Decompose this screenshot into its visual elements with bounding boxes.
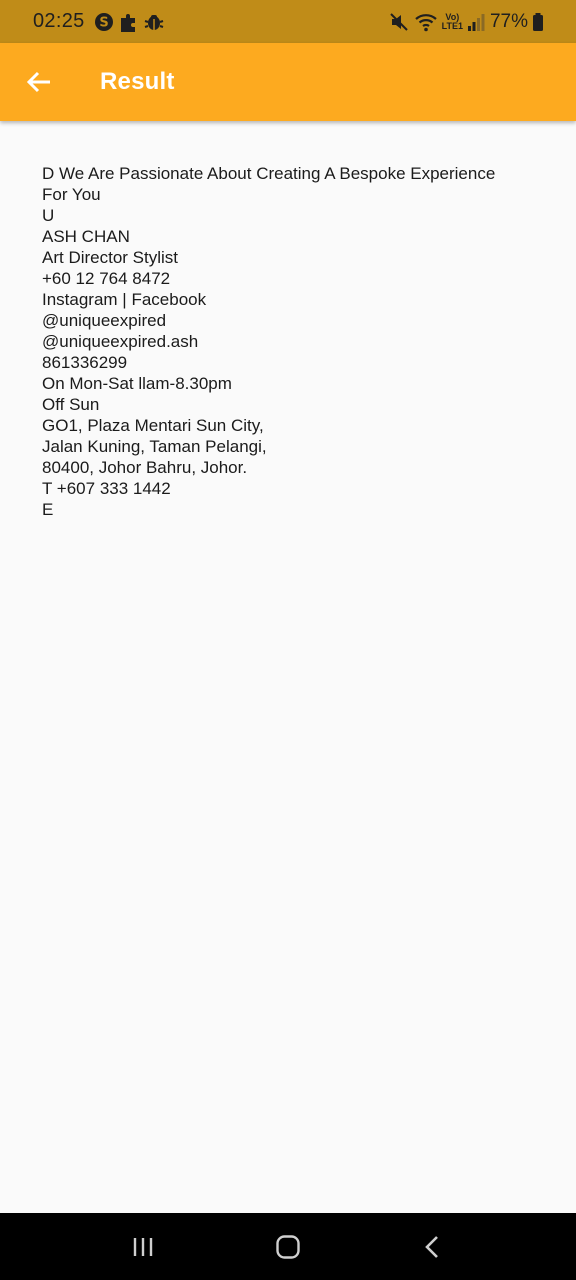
back-button[interactable]: [11, 54, 67, 110]
recent-apps-icon: [133, 1237, 152, 1256]
signal-icon: [467, 12, 485, 32]
recent-apps-button[interactable]: [113, 1222, 173, 1272]
page-title: Result: [100, 68, 175, 95]
arrow-back-icon: [26, 71, 50, 93]
status-time: 02:25: [33, 10, 85, 32]
back-nav-button[interactable]: [403, 1222, 463, 1272]
result-line: +60 12 764 8472: [42, 269, 171, 288]
notification-icons: S: [93, 11, 168, 33]
result-line: 861336299: [42, 353, 128, 372]
result-line: GO1, Plaza Mentari Sun City,: [42, 416, 264, 435]
mute-icon: [388, 11, 410, 33]
result-line: Art Director Stylist: [42, 248, 179, 267]
back-nav-icon: [425, 1235, 439, 1258]
puzzle-icon: [118, 11, 140, 33]
status-right: Vo) LTE1 77%: [384, 11, 544, 33]
result-line: Jalan Kuning, Taman Pelangi,: [42, 437, 267, 456]
result-line: For You: [42, 185, 101, 204]
home-icon: [276, 1234, 300, 1259]
battery-icon: [532, 12, 544, 32]
home-button[interactable]: [258, 1222, 318, 1272]
lte-indicator: Vo) LTE1: [441, 12, 463, 31]
result-line: @uniqueexpired: [42, 311, 167, 330]
navigation-bar: [0, 1213, 576, 1280]
battery-percent: 77%: [489, 10, 528, 32]
bug-icon: [143, 11, 165, 33]
result-line: T +607 333 1442: [42, 479, 171, 498]
result-line: 80400, Johor Bahru, Johor.: [42, 458, 248, 477]
result-line: U: [42, 206, 55, 225]
result-line: Off Sun: [42, 395, 100, 414]
s-circle-icon: S: [93, 11, 115, 33]
svg-text:S: S: [99, 15, 108, 30]
result-text: D We Are Passionate About Creating A Bes…: [42, 163, 542, 520]
result-line: D We Are Passionate About Creating A Bes…: [42, 164, 496, 183]
status-left: 02:25 S: [33, 10, 168, 33]
result-line: E: [42, 500, 54, 519]
result-line: Instagram | Facebook: [42, 290, 207, 309]
network-label-bottom: LTE1: [441, 20, 463, 31]
app-bar: Result: [0, 43, 576, 121]
result-line: ASH CHAN: [42, 227, 130, 246]
wifi-icon: [414, 11, 438, 33]
status-bar: 02:25 S Vo) LTE1 77%: [0, 0, 576, 43]
result-line: @uniqueexpired.ash: [42, 332, 199, 351]
result-line: On Mon-Sat llam-8.30pm: [42, 374, 232, 393]
